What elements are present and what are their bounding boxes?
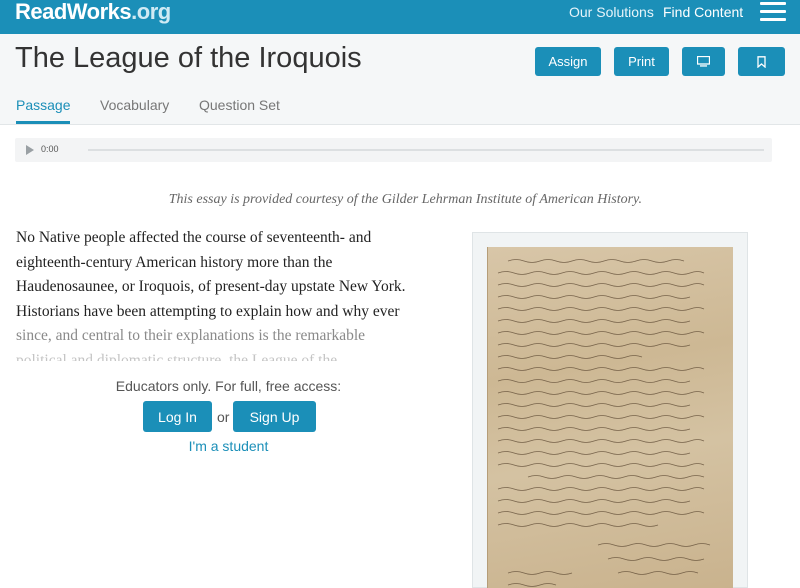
audio-player: 0:00 xyxy=(15,138,772,162)
monitor-icon xyxy=(697,56,710,67)
print-button[interactable]: Print xyxy=(614,47,669,76)
nav-find-content[interactable]: Find Content xyxy=(663,4,743,20)
passage-text: No Native people affected the course of … xyxy=(16,226,436,361)
audio-time: 0:00 xyxy=(41,144,59,154)
passage-line: Haudenosaunee, or Iroquois, of present-d… xyxy=(16,278,406,295)
play-icon[interactable] xyxy=(26,145,34,155)
passage-line: since, and central to their explanations… xyxy=(16,327,366,344)
tab-bar: Passage Vocabulary Question Set xyxy=(0,97,800,125)
audio-progress-track[interactable] xyxy=(88,149,764,151)
courtesy-note: This essay is provided courtesy of the G… xyxy=(168,192,642,207)
title-band: The League of the Iroquois Assign Print … xyxy=(0,34,800,125)
passage-line: eighteenth-century American history more… xyxy=(16,253,333,271)
assign-button[interactable]: Assign xyxy=(535,47,601,76)
signup-button[interactable]: Sign Up xyxy=(233,401,316,432)
bookmark-icon xyxy=(757,55,766,68)
tab-question-set[interactable]: Question Set xyxy=(199,97,280,121)
present-button[interactable] xyxy=(682,47,725,76)
tab-passage[interactable]: Passage xyxy=(16,97,71,124)
top-navbar: ReadWorks.org Our Solutions Find Content xyxy=(0,0,800,34)
bookmark-button[interactable] xyxy=(738,47,785,76)
passage-line: Historians have been attempting to expla… xyxy=(16,302,400,320)
nav-our-solutions[interactable]: Our Solutions xyxy=(569,4,654,20)
hamburger-icon[interactable] xyxy=(760,2,786,22)
passage-line: political and diplomatic structure, the … xyxy=(16,351,349,362)
login-button[interactable]: Log In xyxy=(143,401,212,432)
handwriting-scribbles xyxy=(497,259,711,587)
handwritten-document-image xyxy=(487,247,733,588)
page-title: The League of the Iroquois xyxy=(15,42,362,74)
tab-vocabulary[interactable]: Vocabulary xyxy=(100,97,169,121)
student-link[interactable]: I'm a student xyxy=(0,438,457,454)
readworks-logo[interactable]: ReadWorks.org xyxy=(15,0,171,25)
passage-line: No Native people affected the course of … xyxy=(16,229,372,246)
or-separator: or xyxy=(217,409,230,425)
document-image-frame xyxy=(472,232,748,588)
access-prompt: Educators only. For full, free access: xyxy=(115,378,342,394)
